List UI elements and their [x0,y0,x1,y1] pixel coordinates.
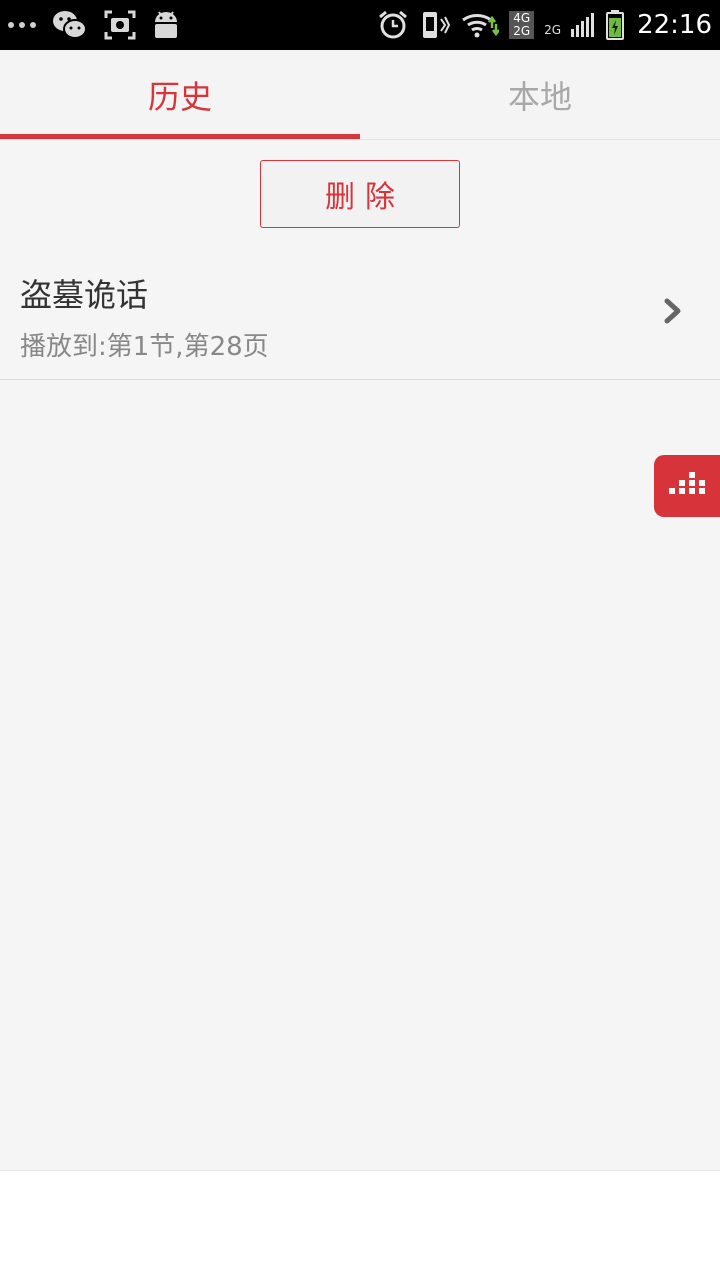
more-dots-icon [8,22,36,28]
list-item[interactable]: 盗墓诡话 播放到:第1节,第28页 [0,240,720,380]
status-bar-left [8,0,180,50]
bottom-area [0,1170,720,1280]
network-2g-label: 2G [513,24,531,38]
android-icon [152,10,180,40]
chevron-right-icon [664,298,682,328]
book-title: 盗墓诡话 [20,276,149,314]
clock: 22:16 [637,10,712,40]
dual-network-indicator: 4G 2G [509,11,535,39]
tab-history[interactable]: 历史 [0,50,360,140]
status-bar-right: 4G 2G 2G 22:16 [377,0,712,50]
active-tab-indicator [0,134,360,139]
tab-bar: 历史 本地 [0,50,720,140]
alarm-icon [377,9,409,41]
playback-progress: 播放到:第1节,第28页 [20,332,269,362]
network-2g-small-label: 2G [544,23,562,37]
screenshot-icon [104,10,136,40]
floating-player-button[interactable] [654,455,720,517]
wechat-icon [52,9,88,41]
wifi-icon [461,10,500,40]
tab-local[interactable]: 本地 [360,50,720,140]
battery-icon [605,9,625,41]
vibrate-icon [419,9,451,41]
history-panel: 删除 盗墓诡话 播放到:第1节,第28页 [0,140,720,1170]
signal-icon [571,11,595,39]
status-bar: 4G 2G 2G 22:16 [0,0,720,50]
delete-button[interactable]: 删除 [260,160,460,228]
equalizer-icon [669,472,705,500]
